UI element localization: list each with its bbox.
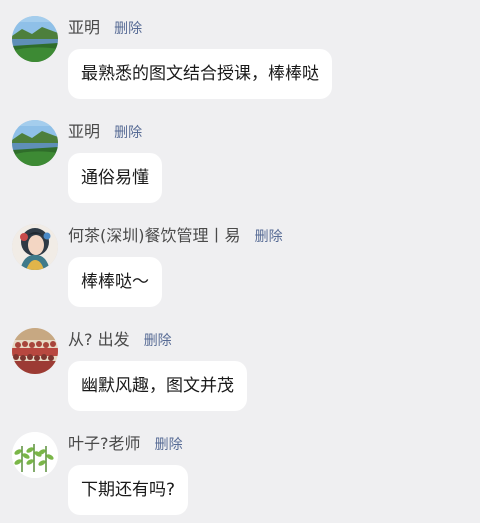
username[interactable]: 亚明 — [68, 122, 100, 141]
landscape-lake-avatar[interactable] — [12, 120, 58, 166]
message-bubble: 棒棒哒～ — [68, 257, 162, 307]
username[interactable]: 叶子?老师 — [68, 434, 141, 453]
landscape-lake-icon — [12, 16, 58, 62]
landscape-lake-icon — [12, 120, 58, 166]
message-bubble: 最熟悉的图文结合授课，棒棒哒 — [68, 49, 332, 99]
username[interactable]: 何茶(深圳)餐饮管理丨易 — [68, 226, 241, 245]
green-leaves-avatar[interactable] — [12, 432, 58, 478]
comment-header: 叶子?老师 删除 — [68, 432, 183, 456]
username[interactable]: 亚明 — [68, 18, 100, 37]
delete-button[interactable]: 删除 — [155, 437, 183, 453]
delete-button[interactable]: 删除 — [114, 21, 142, 37]
comment-item: 何茶(深圳)餐饮管理丨易 删除 棒棒哒～ — [0, 208, 480, 312]
comment-header: 何茶(深圳)餐饮管理丨易 删除 — [68, 224, 283, 248]
delete-button[interactable]: 删除 — [114, 125, 142, 141]
delete-button[interactable]: 删除 — [255, 229, 283, 245]
comment-list: 亚明 删除 最熟悉的图文结合授课，棒棒哒 亚明 删除 通俗易懂 何茶(深圳)餐饮… — [0, 0, 480, 523]
comment-item: 从? 出发 删除 幽默风趣，图文并茂 — [0, 312, 480, 416]
illustrated-woman-avatar[interactable] — [12, 224, 58, 270]
comment-item: 亚明 删除 通俗易懂 — [0, 104, 480, 208]
illustrated-woman-icon — [12, 224, 58, 270]
comment-item: 叶子?老师 删除 下期还有吗? — [0, 416, 480, 520]
username[interactable]: 从? 出发 — [68, 330, 130, 349]
message-bubble: 下期还有吗? — [68, 465, 189, 515]
group-photo-avatar[interactable] — [12, 328, 58, 374]
landscape-lake-avatar[interactable] — [12, 16, 58, 62]
delete-button[interactable]: 删除 — [144, 333, 172, 349]
comment-header: 亚明 删除 — [68, 16, 142, 40]
message-bubble: 通俗易懂 — [68, 153, 162, 203]
comment-header: 从? 出发 删除 — [68, 328, 172, 352]
message-bubble: 幽默风趣，图文并茂 — [68, 361, 247, 411]
comment-header: 亚明 删除 — [68, 120, 142, 144]
group-photo-icon — [12, 328, 58, 374]
green-leaves-icon — [12, 432, 58, 478]
comment-item: 亚明 删除 最熟悉的图文结合授课，棒棒哒 — [0, 0, 480, 104]
